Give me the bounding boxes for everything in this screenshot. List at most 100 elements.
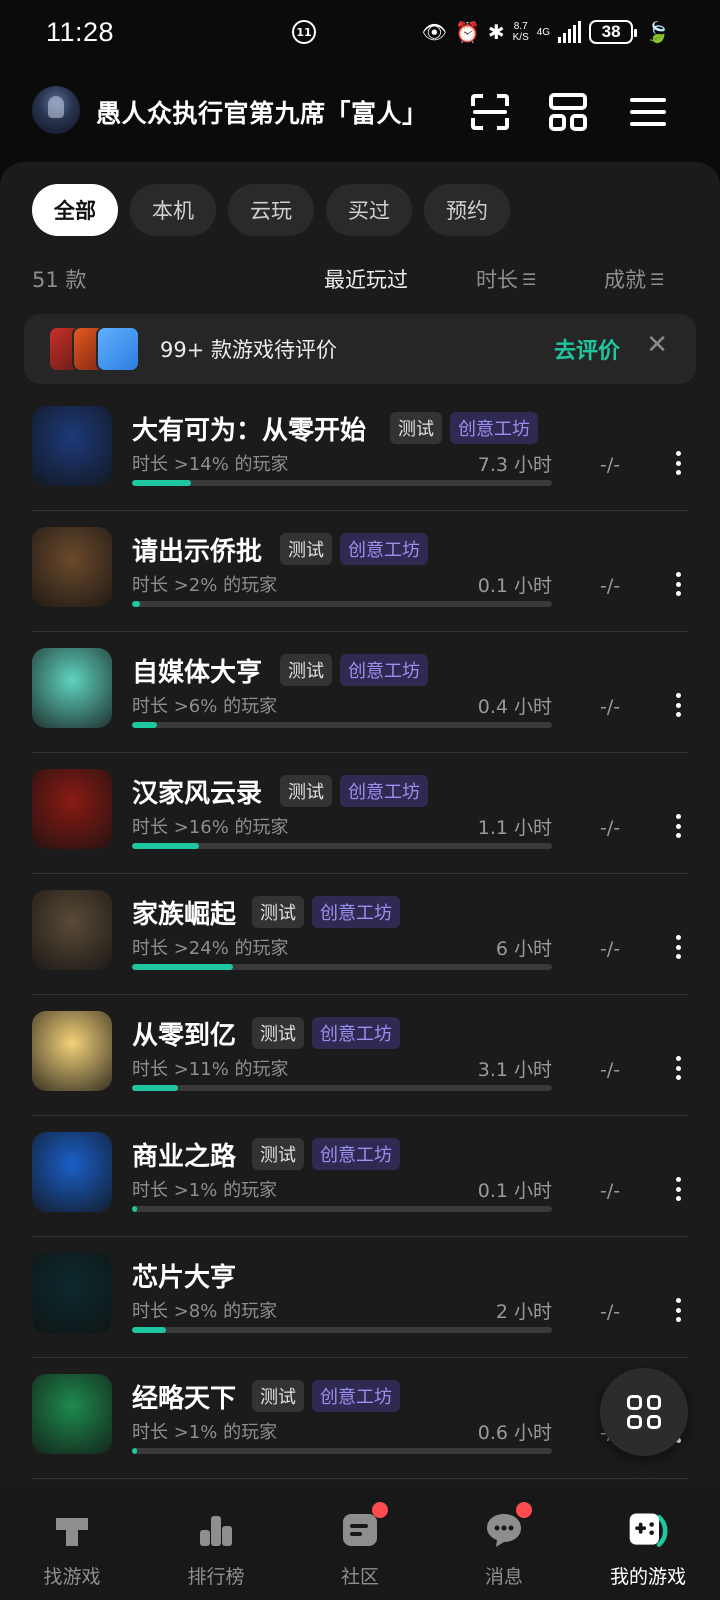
game-name[interactable]: 大有可为：从零开始 — [132, 410, 366, 447]
playtime-percentile: 时长 >16% 的玩家 — [132, 817, 289, 838]
layout-button[interactable] — [546, 90, 590, 134]
game-icon[interactable] — [32, 890, 112, 970]
playtime-percentile: 时长 >1% 的玩家 — [132, 1422, 278, 1443]
user-title[interactable]: 愚人众执行官第九席「富人」 — [96, 94, 428, 130]
game-name[interactable]: 自媒体大亨 — [132, 652, 262, 689]
playtime-progress-bar — [132, 722, 552, 728]
test-tag: 测试 — [252, 896, 304, 928]
game-tags: 测试 创意工坊 — [280, 775, 428, 807]
game-icon[interactable] — [32, 769, 112, 849]
alarm-icon: ⏰ — [454, 20, 480, 44]
game-icon[interactable] — [32, 1374, 112, 1454]
game-row[interactable]: 家族崛起 测试 创意工坊 时长 >24% 的玩家 6 小时 -/- — [0, 874, 720, 995]
close-icon[interactable]: ✕ — [646, 330, 668, 360]
game-row[interactable]: 自媒体大亨 测试 创意工坊 时长 >6% 的玩家 0.4 小时 -/- — [0, 632, 720, 753]
game-row[interactable]: 芯片大亨 时长 >8% 的玩家 2 小时 -/- — [0, 1237, 720, 1358]
more-options-icon[interactable] — [668, 1295, 688, 1325]
game-row[interactable]: 从零到亿 测试 创意工坊 时长 >11% 的玩家 3.1 小时 -/- — [0, 995, 720, 1116]
review-text: 99+ 款游戏待评价 — [160, 338, 337, 362]
review-game-icons — [48, 326, 144, 372]
more-options-icon[interactable] — [668, 448, 688, 478]
sort-achievement[interactable]: 成就 ☰ — [604, 264, 664, 294]
tab-reserved[interactable]: 预约 — [424, 184, 510, 236]
game-icon[interactable] — [32, 1253, 112, 1333]
game-name[interactable]: 芯片大亨 — [132, 1257, 236, 1294]
test-tag: 测试 — [280, 533, 332, 565]
playtime-progress-fill — [132, 1085, 179, 1091]
community-icon — [338, 1502, 388, 1552]
playtime-progress-fill — [132, 1327, 166, 1333]
game-row[interactable]: 商业之路 测试 创意工坊 时长 >1% 的玩家 0.1 小时 -/- — [0, 1116, 720, 1237]
menu-icon — [630, 98, 666, 126]
nav-ranking[interactable]: 排行榜 — [144, 1488, 288, 1600]
nav-community[interactable]: 社区 — [288, 1488, 432, 1600]
sort-icon: ☰ — [522, 269, 537, 289]
game-icon[interactable] — [32, 1011, 112, 1091]
playtime-percentile: 时长 >8% 的玩家 — [132, 1301, 278, 1322]
achievement-value: -/- — [600, 454, 621, 476]
tab-local[interactable]: 本机 — [130, 184, 216, 236]
menu-button[interactable] — [626, 90, 670, 134]
game-icon[interactable] — [32, 406, 112, 486]
game-name[interactable]: 商业之路 — [132, 1136, 236, 1173]
test-tag: 测试 — [252, 1138, 304, 1170]
tab-all[interactable]: 全部 — [32, 184, 118, 236]
playtime-progress-bar — [132, 1448, 552, 1454]
review-button[interactable]: 去评价 — [554, 333, 620, 365]
game-icon[interactable] — [32, 648, 112, 728]
more-options-icon[interactable] — [668, 690, 688, 720]
game-row[interactable]: 汉家风云录 测试 创意工坊 时长 >16% 的玩家 1.1 小时 -/- — [0, 753, 720, 874]
playtime-progress-bar — [132, 843, 552, 849]
game-icon[interactable] — [32, 1132, 112, 1212]
signal-icon — [558, 21, 582, 43]
achievement-value: -/- — [600, 938, 621, 960]
nav-message[interactable]: 消息 — [432, 1488, 576, 1600]
nav-find-game[interactable]: 找游戏 — [0, 1488, 144, 1600]
playtime-progress-bar — [132, 1085, 552, 1091]
status-icons: 👁 ⏰ ✱ 8.7 K/S 4G 38 🍃 — [422, 18, 670, 46]
test-tag: 测试 — [280, 775, 332, 807]
game-name[interactable]: 从零到亿 — [132, 1015, 236, 1052]
tab-cloud[interactable]: 云玩 — [228, 184, 314, 236]
find-game-icon — [50, 1508, 94, 1552]
game-name[interactable]: 家族崛起 — [132, 894, 236, 931]
status-bar: 11:28 11 👁 ⏰ ✱ 8.7 K/S 4G 38 🍃 — [0, 0, 720, 64]
nav-my-games[interactable]: 我的游戏 — [576, 1488, 720, 1600]
clock: 11:28 — [46, 16, 115, 47]
avatar[interactable] — [32, 86, 80, 134]
game-name[interactable]: 经略天下 — [132, 1378, 236, 1415]
eye-icon: 👁 — [421, 20, 447, 44]
playtime-progress-bar — [132, 964, 552, 970]
game-name[interactable]: 请出示侨批 — [132, 531, 262, 568]
my-games-icon — [626, 1508, 670, 1552]
tab-purchased[interactable]: 买过 — [326, 184, 412, 236]
game-icon[interactable] — [32, 527, 112, 607]
scan-button[interactable] — [468, 90, 512, 134]
floating-grid-button[interactable] — [600, 1368, 688, 1456]
test-tag: 测试 — [252, 1017, 304, 1049]
playtime-percentile: 时长 >6% 的玩家 — [132, 696, 278, 717]
playtime-hours: 0.1 小时 — [477, 575, 552, 597]
more-options-icon[interactable] — [668, 811, 688, 841]
achievement-value: -/- — [600, 817, 621, 839]
game-count: 51 款 — [32, 268, 87, 292]
layout-icon — [549, 93, 587, 131]
more-options-icon[interactable] — [668, 1174, 688, 1204]
more-options-icon[interactable] — [668, 932, 688, 962]
playtime-progress-bar — [132, 601, 552, 607]
more-options-icon[interactable] — [668, 1053, 688, 1083]
sort-recent[interactable]: 最近玩过 — [324, 264, 408, 294]
workshop-tag: 创意工坊 — [312, 896, 400, 928]
leaf-icon: 🍃 — [645, 20, 670, 44]
review-banner[interactable]: 99+ 款游戏待评价 去评价 ✕ — [24, 314, 696, 384]
playtime-progress-bar — [132, 1206, 552, 1212]
game-row[interactable]: 请出示侨批 测试 创意工坊 时长 >2% 的玩家 0.1 小时 -/- — [0, 511, 720, 632]
test-tag: 测试 — [252, 1380, 304, 1412]
game-row[interactable]: 大有可为：从零开始 测试 创意工坊 时长 >14% 的玩家 7.3 小时 -/- — [0, 390, 720, 511]
workshop-tag: 创意工坊 — [340, 533, 428, 565]
playtime-hours: 2 小时 — [495, 1301, 552, 1323]
sort-duration[interactable]: 时长 ☰ — [476, 264, 536, 294]
game-name[interactable]: 汉家风云录 — [132, 773, 262, 810]
playtime-hours: 0.6 小时 — [477, 1422, 552, 1444]
more-options-icon[interactable] — [668, 569, 688, 599]
